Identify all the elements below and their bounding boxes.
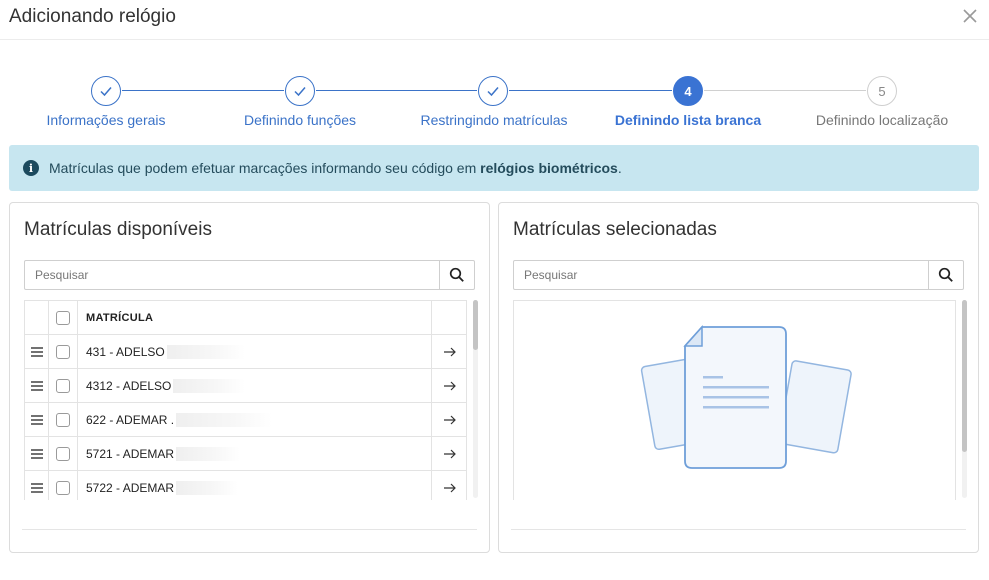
row-checkbox[interactable] — [56, 480, 70, 495]
step-1-label[interactable]: Informações gerais — [46, 112, 165, 128]
step-connector — [122, 90, 284, 91]
available-panel: Matrículas disponíveis MATRÍCULA 431 - A… — [9, 202, 490, 553]
scrollbar-thumb[interactable] — [473, 300, 478, 350]
drag-handle-icon[interactable] — [25, 403, 49, 436]
panel-divider — [22, 529, 477, 530]
row-label-cell: 431 - ADELSO — [86, 335, 245, 368]
row-label-cell: 622 - ADEMAR . — [86, 403, 273, 436]
info-icon: i — [23, 160, 39, 176]
drag-handle-icon[interactable] — [25, 437, 49, 470]
alert-text-bold: relógios biométricos — [480, 160, 618, 176]
row-checkbox-cell — [49, 369, 78, 402]
row-checkbox[interactable] — [56, 446, 70, 461]
step-connector — [704, 90, 866, 91]
available-search — [24, 260, 475, 290]
step-5-number[interactable]: 5 — [867, 76, 897, 106]
arrow-right-icon[interactable] — [431, 335, 466, 368]
selected-search — [513, 260, 964, 290]
redacted-name — [176, 446, 241, 461]
row-checkbox[interactable] — [56, 378, 70, 393]
step-connector — [509, 90, 672, 91]
available-scrollbar[interactable] — [473, 300, 478, 498]
row-checkbox[interactable] — [56, 412, 70, 427]
select-all-checkbox[interactable] — [56, 310, 70, 325]
header-handle-cell — [25, 301, 49, 334]
step-3-label[interactable]: Restringindo matrículas — [420, 112, 567, 128]
search-icon[interactable] — [439, 261, 474, 289]
table-row: 622 - ADEMAR . — [25, 403, 466, 437]
selected-scrollbar[interactable] — [962, 300, 967, 498]
wizard-stepper: Informações gerais Definindo funções Res… — [0, 70, 989, 140]
search-icon[interactable] — [928, 261, 963, 289]
step-2-check-icon[interactable] — [285, 76, 315, 106]
table-row: 5722 - ADEMAR — [25, 471, 466, 500]
arrow-right-icon[interactable] — [431, 369, 466, 402]
row-label: 5722 - ADEMAR — [86, 480, 175, 495]
selected-search-input[interactable] — [514, 261, 929, 289]
step-3-check-icon[interactable] — [478, 76, 508, 106]
row-label-cell: 5722 - ADEMAR — [86, 471, 239, 500]
step-4-label[interactable]: Definindo lista branca — [615, 112, 761, 128]
selected-list-empty — [513, 300, 956, 500]
selected-panel: Matrículas selecionadas — [498, 202, 979, 553]
table-row: 5721 - ADEMAR — [25, 437, 466, 471]
step-connector — [316, 90, 477, 91]
panel-divider — [511, 529, 966, 530]
empty-document-illustration-icon — [640, 325, 852, 469]
drag-handle-icon[interactable] — [25, 471, 49, 500]
redacted-name — [173, 378, 246, 393]
drag-handle-icon[interactable] — [25, 369, 49, 402]
row-label: 5721 - ADEMAR — [86, 446, 175, 461]
row-label-cell: 5721 - ADEMAR — [86, 437, 241, 470]
selected-title: Matrículas selecionadas — [513, 219, 717, 240]
row-label: 4312 - ADELSO — [86, 378, 172, 393]
step-1-check-icon[interactable] — [91, 76, 121, 106]
redacted-name — [166, 344, 245, 359]
arrow-right-icon[interactable] — [431, 437, 466, 470]
row-checkbox-cell — [49, 437, 78, 470]
info-alert: i Matrículas que podem efetuar marcações… — [9, 145, 979, 191]
row-checkbox[interactable] — [56, 344, 70, 359]
alert-text-start: Matrículas que podem efetuar marcações i… — [49, 160, 481, 176]
row-checkbox-cell — [49, 471, 78, 500]
header-checkbox-cell — [49, 301, 78, 334]
dialog-header: Adicionando relógio — [0, 0, 989, 40]
table-row: 431 - ADELSO — [25, 335, 466, 369]
row-label: 622 - ADEMAR . — [86, 412, 175, 427]
arrow-right-icon[interactable] — [431, 471, 466, 500]
drag-handle-icon[interactable] — [25, 335, 49, 368]
close-icon[interactable] — [960, 6, 980, 26]
table-row: 4312 - ADELSO — [25, 369, 466, 403]
table-header-row: MATRÍCULA — [25, 301, 466, 335]
row-checkbox-cell — [49, 403, 78, 436]
column-header-matricula[interactable]: MATRÍCULA — [86, 301, 153, 334]
row-checkbox-cell — [49, 335, 78, 368]
row-label-cell: 4312 - ADELSO — [86, 369, 246, 402]
arrow-right-icon[interactable] — [431, 403, 466, 436]
dialog-title: Adicionando relógio — [9, 6, 176, 27]
available-title: Matrículas disponíveis — [24, 219, 212, 240]
redacted-name — [176, 480, 239, 495]
row-label: 431 - ADELSO — [86, 344, 165, 359]
redacted-name — [176, 412, 273, 427]
alert-text-end: . — [617, 160, 622, 176]
step-2-label[interactable]: Definindo funções — [244, 112, 356, 128]
available-table: MATRÍCULA 431 - ADELSO 4312 - ADELSO 622… — [24, 300, 467, 500]
alert-text: Matrículas que podem efetuar marcações i… — [49, 160, 622, 176]
step-5-label[interactable]: Definindo localização — [816, 112, 948, 128]
step-4-number[interactable]: 4 — [673, 76, 703, 106]
available-search-input[interactable] — [25, 261, 440, 289]
header-action-cell — [431, 301, 466, 334]
scrollbar-thumb[interactable] — [962, 300, 967, 452]
